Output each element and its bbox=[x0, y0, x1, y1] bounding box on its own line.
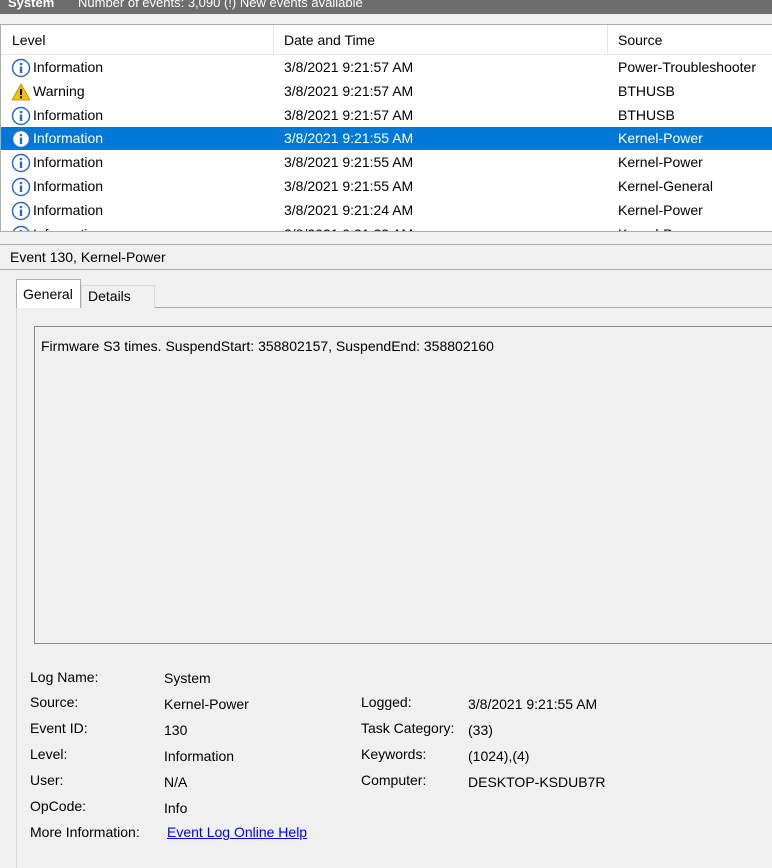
value-task-category: (33) bbox=[468, 722, 493, 738]
info-icon bbox=[11, 201, 31, 221]
event-date-time: 3/8/2021 9:21:57 AM bbox=[284, 106, 414, 123]
event-row[interactable]: Warning 3/8/2021 9:21:57 AM BTHUSB bbox=[1, 80, 772, 103]
value-computer: DESKTOP-KSDUB7R bbox=[468, 774, 606, 790]
event-date-time: 3/8/2021 9:21:55 AM bbox=[284, 178, 414, 194]
event-level: Information bbox=[33, 130, 104, 147]
event-level: Warning bbox=[33, 82, 85, 99]
label-keywords: Keywords: bbox=[361, 746, 427, 762]
event-row[interactable]: Information 3/8/2021 9:21:57 AM BTHUSB bbox=[1, 104, 772, 127]
event-row[interactable]: Information 3/8/2021 9:21:55 AM Kernel-Pow… bbox=[1, 127, 772, 151]
column-header-date-time[interactable]: Date and Time bbox=[284, 32, 375, 48]
value-user: N/A bbox=[164, 774, 188, 790]
log-name-title: System bbox=[8, 0, 55, 10]
event-level: Information bbox=[33, 106, 104, 123]
info-icon bbox=[11, 225, 31, 231]
event-detail-title: Event 130, Kernel-Power bbox=[10, 249, 166, 265]
list-header: Level Date and Time Source bbox=[1, 25, 772, 55]
general-tab-panel: Firmware S3 times. SuspendStart: 3588021… bbox=[16, 307, 772, 868]
value-source: Kernel-Power bbox=[164, 696, 249, 712]
value-log-name: System bbox=[164, 670, 211, 686]
event-row[interactable]: Information 3/8/2021 9:21:55 AM Kernel-Pow… bbox=[1, 151, 772, 174]
event-date-time: 3/8/2021 9:21:24 AM bbox=[284, 201, 414, 218]
event-row[interactable]: Information 3/8/2021 9:21:57 AM Power-Trou… bbox=[1, 56, 772, 79]
label-user: User: bbox=[30, 772, 64, 788]
event-row[interactable]: Information 3/8/2021 9:21:55 AM Kernel-Gen… bbox=[1, 175, 772, 198]
label-log-name: Log Name: bbox=[30, 669, 99, 685]
event-date-time: 3/8/2021 9:21:55 AM bbox=[284, 130, 414, 147]
event-row[interactable]: Information3/8/2021 9:21:22 AMKernel-Pow… bbox=[1, 223, 772, 231]
info-icon bbox=[11, 58, 31, 78]
column-header-level[interactable]: Level bbox=[12, 32, 45, 48]
warning-icon bbox=[11, 82, 31, 102]
info-icon bbox=[11, 129, 31, 149]
label-event-id: Event ID: bbox=[30, 720, 88, 736]
event-date-time: 3/8/2021 9:21:57 AM bbox=[284, 59, 414, 75]
value-keywords: (1024),(4) bbox=[468, 748, 530, 764]
event-level: Information bbox=[33, 59, 104, 75]
label-source: Source: bbox=[30, 694, 79, 710]
value-level: Information bbox=[164, 748, 235, 764]
value-event-id: 130 bbox=[164, 722, 188, 738]
pane-splitter[interactable] bbox=[0, 232, 772, 244]
label-opcode: OpCode: bbox=[30, 798, 87, 814]
event-log-online-help-link[interactable]: Event Log Online Help bbox=[167, 824, 307, 840]
event-source: Kernel-Power bbox=[618, 201, 703, 218]
event-level: Information bbox=[33, 154, 104, 171]
info-icon bbox=[11, 106, 31, 126]
event-row[interactable]: Information 3/8/2021 9:21:24 AM Kernel-Pow… bbox=[1, 199, 772, 222]
event-source: BTHUSB bbox=[618, 106, 675, 123]
column-header-source[interactable]: Source bbox=[618, 32, 662, 48]
tab-details[interactable]: Details bbox=[81, 285, 155, 308]
event-detail-title-bar: Event 130, Kernel-Power bbox=[0, 244, 772, 270]
label-task-category: Task Category: bbox=[361, 720, 455, 736]
event-level: Information bbox=[33, 201, 104, 218]
event-source: Kernel-Power bbox=[618, 154, 703, 171]
column-separator[interactable] bbox=[273, 25, 274, 55]
label-more-information: More Information: bbox=[30, 824, 140, 840]
log-header-bar: System Number of events: 3,090 (!) New e… bbox=[0, 0, 772, 14]
event-date-time: 3/8/2021 9:21:57 AM bbox=[284, 82, 414, 99]
event-source: Kernel-Power bbox=[618, 130, 703, 147]
label-logged: Logged: bbox=[361, 694, 412, 710]
events-list[interactable]: Level Date and Time Source Information 3/… bbox=[0, 24, 772, 232]
value-opcode: Info bbox=[164, 800, 188, 816]
event-message-text: Firmware S3 times. SuspendStart: 3588021… bbox=[41, 338, 494, 354]
info-icon bbox=[11, 153, 31, 173]
info-icon bbox=[11, 177, 31, 197]
event-source: Kernel-General bbox=[618, 178, 713, 194]
event-message-box[interactable]: Firmware S3 times. SuspendStart: 3588021… bbox=[34, 326, 772, 644]
label-computer: Computer: bbox=[361, 772, 427, 788]
label-level: Level: bbox=[30, 746, 68, 762]
event-source: BTHUSB bbox=[618, 82, 675, 99]
event-source: Power-Troubleshooter bbox=[618, 59, 756, 75]
column-separator[interactable] bbox=[607, 25, 608, 55]
value-logged: 3/8/2021 9:21:55 AM bbox=[468, 696, 598, 712]
tab-general[interactable]: General bbox=[16, 279, 81, 308]
event-level: Information bbox=[33, 178, 104, 194]
event-date-time: 3/8/2021 9:21:55 AM bbox=[284, 154, 414, 171]
event-count-text: Number of events: 3,090 (!) New events a… bbox=[78, 0, 363, 10]
